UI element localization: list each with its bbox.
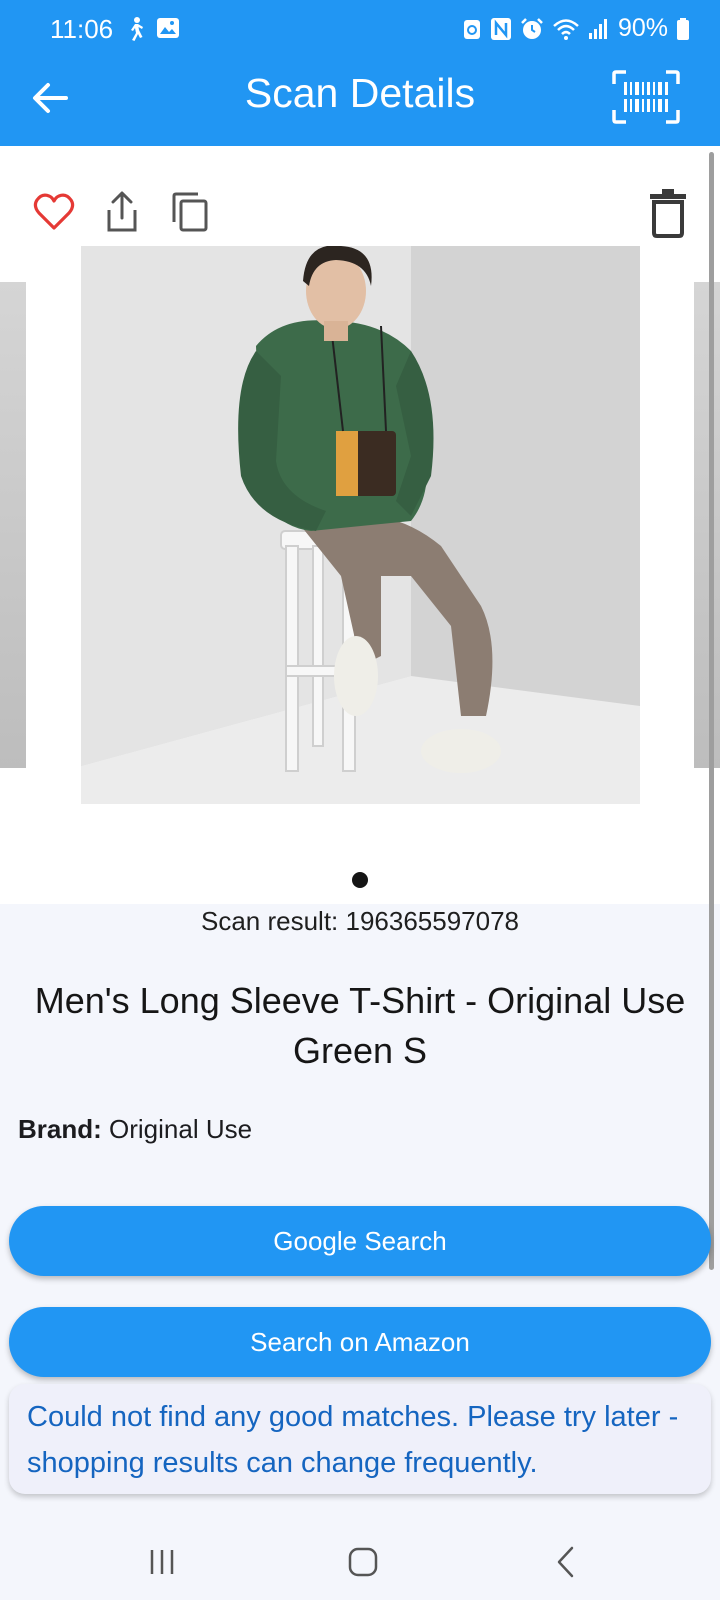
home-icon[interactable]	[343, 1542, 383, 1582]
image-icon	[157, 18, 179, 38]
alarm-icon	[521, 17, 543, 39]
status-left-icons	[124, 16, 180, 42]
battery-percent: 90%	[617, 14, 668, 42]
barcode-scan-icon[interactable]	[612, 70, 680, 124]
next-photo-peek[interactable]	[694, 282, 720, 768]
notice-text: Could not find any good matches. Please …	[27, 1401, 679, 1479]
share-icon[interactable]	[100, 190, 144, 234]
recent-apps-icon[interactable]	[142, 1542, 182, 1582]
brand-label: Brand:	[18, 1114, 102, 1144]
status-time: 11:06	[50, 14, 114, 44]
scrollbar[interactable]	[709, 152, 714, 1270]
brand-value: Original Use	[109, 1114, 253, 1144]
back-nav-icon[interactable]	[547, 1542, 587, 1582]
app-bar: 11:06 90% Scan Details	[0, 0, 720, 146]
product-photo-illustration	[81, 246, 640, 804]
google-search-button[interactable]: Google Search	[9, 1206, 711, 1276]
previous-photo-peek[interactable]	[0, 282, 26, 768]
heart-icon[interactable]	[32, 190, 76, 234]
status-right: 90%	[462, 14, 690, 43]
product-photo[interactable]	[81, 246, 640, 804]
nfc-icon	[490, 17, 511, 40]
product-title: Men's Long Sleeve T-Shirt - Original Use…	[34, 980, 686, 1071]
amazon-search-button[interactable]: Search on Amazon	[9, 1307, 711, 1377]
copy-icon[interactable]	[168, 190, 212, 234]
carousel-indicator-dot[interactable]	[352, 872, 368, 888]
wifi-icon	[553, 18, 579, 40]
scan-result: Scan result: 196365597078	[200, 906, 520, 936]
brand-row: Brand: Original Use	[18, 1114, 252, 1145]
walking-icon	[131, 17, 143, 41]
trash-icon[interactable]	[646, 188, 690, 238]
no-matches-notice: Could not find any good matches. Please …	[9, 1384, 711, 1494]
battery-icon	[677, 17, 689, 40]
signal-icon	[588, 18, 607, 39]
recycle-icon	[463, 19, 480, 39]
